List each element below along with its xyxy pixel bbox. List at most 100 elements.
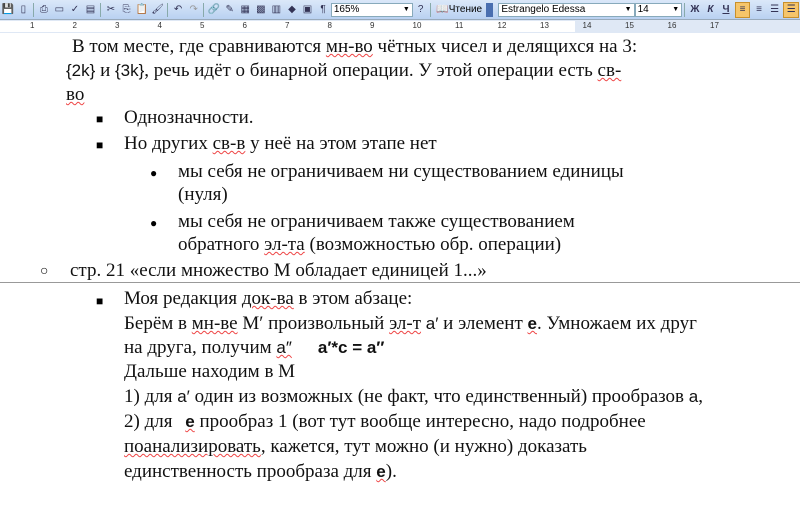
print-icon[interactable]: ⎙ (37, 3, 51, 17)
print-preview-icon[interactable]: ▭ (53, 3, 67, 17)
list-item: Однозначности. (124, 107, 254, 129)
horizontal-ruler[interactable]: 1 2 3 4 5 6 7 8 9 10 11 12 13 14 15 16 17 (0, 20, 800, 33)
text-run: a′*c = a″ (317, 338, 385, 357)
text-run: док-ва (241, 288, 294, 309)
list-item: Но других св-в у неё на этом этапе нет (124, 133, 437, 155)
paragraph-line: на друга, получим a″ a′*c = a″ (124, 337, 384, 359)
font-size-select[interactable]: 14 ▼ (634, 2, 683, 17)
italic-button[interactable]: К (704, 3, 718, 17)
ruler-tick-label: 17 (710, 21, 719, 30)
text-run: a (688, 387, 699, 406)
research-icon[interactable]: ▤ (84, 3, 98, 17)
text-run: Дальше находим в М (124, 361, 296, 382)
ruler-tick-label: 4 (157, 21, 162, 30)
list-item: стр. 21 «если множество М обладает едини… (70, 260, 487, 282)
text-run: e (527, 314, 537, 333)
save-icon[interactable]: 💾 (1, 3, 15, 17)
text-run: e (185, 412, 195, 431)
redo-icon[interactable]: ↷ (187, 3, 201, 17)
document-map-icon[interactable]: ▣ (301, 3, 315, 17)
text-run: {2k} (66, 61, 96, 80)
text-run: в этом абзаце: (293, 288, 413, 309)
text-run: один из возможных (не факт, что единстве… (189, 386, 689, 407)
ruler-tick-label: 2 (72, 21, 77, 30)
chevron-down-icon: ▼ (624, 6, 632, 13)
ruler-tick-label: 10 (412, 21, 422, 30)
text-run: Однозначности. (124, 107, 254, 128)
paste-icon[interactable]: 📋 (135, 3, 149, 17)
text-run: Моя редакция (124, 288, 242, 309)
columns-icon[interactable]: ▥ (270, 3, 284, 17)
chevron-down-icon: ▼ (672, 6, 680, 13)
copy-icon[interactable]: ⎘ (120, 3, 134, 17)
text-run: во (66, 84, 85, 105)
tables-borders-icon[interactable]: ✎ (223, 3, 237, 17)
permission-icon[interactable]: ▯ (17, 3, 31, 17)
reading-mode-button[interactable]: 📖 Чтение (436, 4, 482, 15)
list-item: мы себя не ограничиваем также существова… (178, 211, 575, 233)
text-run: В том месте, где сравниваются (72, 36, 326, 57)
formatting-toolbar: 💾 ▯ ⎙ ▭ ✓ ▤ ✂ ⎘ 📋 🖌 ↶ ↷ 🔗 ✎ ▦ ▩ ▥ ◆ ▣ ¶ … (0, 0, 800, 20)
insert-table-icon[interactable]: ▦ (239, 3, 253, 17)
text-run: поанализировать (124, 436, 261, 457)
paragraph-line: {2k} и {3k}, речь идёт о бинарной операц… (66, 60, 621, 82)
text-run: . Умножаем их друг (536, 313, 697, 334)
separator (430, 2, 432, 17)
text-run: (нуля) (178, 184, 228, 205)
toolbar-options-icon[interactable] (486, 2, 494, 17)
paragraph-line: 1) для a′ один из возможных (не факт, чт… (124, 386, 703, 408)
drawing-icon[interactable]: ◆ (285, 3, 299, 17)
paragraph-line: 2) для e прообраз 1 (вот тут вообще инте… (124, 411, 646, 433)
align-left-icon[interactable]: ≡ (734, 1, 751, 18)
text-run: мы себя не ограничиваем также существова… (178, 211, 575, 232)
square-bullet-icon: ■ (96, 294, 104, 308)
text-run: эл-т (389, 313, 422, 334)
cut-icon[interactable]: ✂ (104, 3, 118, 17)
numbering-icon[interactable]: ☰ (768, 3, 782, 17)
paragraph-line: Берём в мн-ве М′ произвольный эл-т a′ и … (124, 313, 697, 335)
text-run: 1) для (124, 386, 178, 407)
square-bullet-icon: ■ (96, 112, 104, 126)
text-run: a′ (177, 387, 190, 406)
separator (33, 2, 35, 17)
help-icon[interactable]: ? (414, 3, 428, 17)
separator (167, 2, 169, 17)
text-run: , (698, 386, 703, 407)
bold-button[interactable]: Ж (688, 3, 702, 17)
text-run: прообраз 1 (вот тут вообще интересно, на… (194, 411, 646, 432)
ruler-tick-label: 14 (582, 21, 592, 30)
bullets-icon[interactable]: ☰ (783, 1, 799, 18)
separator (100, 2, 102, 17)
text-run: , речь идёт о бинарной операции. У этой … (144, 60, 598, 81)
underline-button[interactable]: Ч (719, 3, 733, 17)
chevron-down-icon: ▼ (402, 6, 410, 13)
ruler-tick-label: 16 (667, 21, 677, 30)
ruler-tick-label: 8 (327, 21, 332, 30)
font-name-select[interactable]: Estrangelo Edessa ▼ (498, 2, 635, 17)
ruler-tick-label: 1 (30, 21, 35, 30)
ruler-tick-label: 9 (370, 21, 375, 30)
paragraph-line: Дальше находим в М (124, 361, 295, 383)
page-break (0, 282, 800, 283)
list-item: Моя редакция док-ва в этом абзаце: (124, 288, 412, 310)
show-hide-icon[interactable]: ¶ (316, 3, 330, 17)
format-painter-icon[interactable]: 🖌 (151, 3, 165, 17)
text-run: обратного (178, 234, 265, 255)
text-run: эл-та (264, 234, 305, 255)
text-run: мн-во (325, 36, 373, 57)
align-center-icon[interactable]: ≡ (752, 3, 766, 17)
undo-icon[interactable]: ↶ (171, 3, 185, 17)
paragraph-line: В том месте, где сравниваются мн-во чётн… (72, 36, 637, 58)
list-item: мы себя не ограничиваем ни существование… (178, 161, 624, 183)
insert-excel-icon[interactable]: ▩ (254, 3, 268, 17)
hyperlink-icon[interactable]: 🔗 (207, 3, 221, 17)
zoom-select[interactable]: 165% ▼ (330, 2, 413, 17)
text-run: стр. 21 «если множество М обладает едини… (70, 260, 487, 281)
text-run: a″ (276, 338, 292, 357)
paragraph-line: единственность прообраза для e). (124, 461, 397, 483)
text-run: и элемент (438, 313, 528, 334)
text-run: и (95, 60, 115, 81)
round-bullet-icon: ● (150, 166, 158, 180)
spelling-icon[interactable]: ✓ (68, 3, 82, 17)
text-run: Берём в (124, 313, 192, 334)
